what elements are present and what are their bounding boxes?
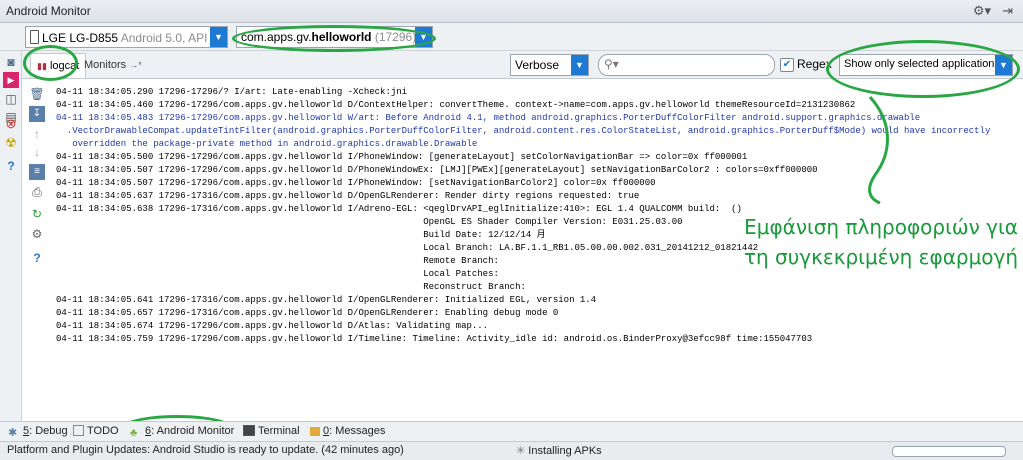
status-bar: Platform and Plugin Updates: Android Stu…: [0, 441, 1023, 460]
log-line: Remote Branch:: [56, 256, 499, 266]
scroll-to-end-icon[interactable]: ↧: [29, 106, 45, 122]
progress-bar: [892, 446, 1006, 457]
log-line: 04-11 18:34:05.637 17296-17316/com.apps.…: [56, 191, 640, 201]
device-name: LGE LG-D855: [42, 31, 119, 45]
chevron-down-icon[interactable]: ▼: [571, 55, 588, 75]
log-line: 04-11 18:34:05.759 17296-17296/com.apps.…: [56, 334, 813, 344]
tool-android-monitor-label: : Android Monitor: [151, 425, 235, 437]
android-icon: ♣: [130, 427, 138, 439]
annotation-arrow: [868, 96, 889, 205]
messages-icon: [310, 427, 320, 436]
search-icon: ⚲▾: [604, 57, 619, 71]
tool-terminal-label: Terminal: [258, 425, 300, 437]
status-message[interactable]: Platform and Plugin Updates: Android Stu…: [7, 444, 404, 456]
settings-icon[interactable]: ⚙: [29, 226, 45, 242]
log-line: Reconstruct Branch:: [56, 282, 526, 292]
tool-messages[interactable]: 0: Messages: [310, 425, 385, 437]
log-line: 04-11 18:34:05.657 17296-17316/com.apps.…: [56, 308, 559, 318]
log-line: 04-11 18:34:05.641 17296-17316/com.apps.…: [56, 295, 597, 305]
log-line: Build Date: 12/12/14 月: [56, 230, 546, 240]
hide-icon[interactable]: ⇥: [1002, 3, 1013, 19]
tool-todo-label: TODO: [87, 425, 119, 437]
terminal-icon: [243, 425, 255, 436]
log-line: 04-11 18:34:05.507 17296-17296/com.apps.…: [56, 165, 818, 175]
screen-record-icon[interactable]: ◫: [3, 91, 19, 107]
tool-terminal[interactable]: Terminal: [243, 425, 300, 437]
tool-debug[interactable]: ✱ 5: Debug: [8, 425, 68, 439]
restart-icon[interactable]: ↻: [29, 206, 45, 222]
highlight-oval-logcat: [23, 45, 78, 81]
tab-monitors[interactable]: Monitors →*: [78, 53, 148, 77]
up-arrow-icon[interactable]: ↑: [29, 126, 45, 142]
help-icon[interactable]: ?: [3, 158, 19, 174]
restore-icon[interactable]: →*: [129, 60, 142, 70]
down-arrow-icon[interactable]: ↓: [29, 144, 45, 160]
annotation-text: Εμφάνιση πληροφοριών για τη συγκεκριμένη…: [736, 212, 1023, 272]
left-toolbar: ◙ ▶ ◫ ▤ ⊗ ☢ ?: [0, 51, 22, 421]
logcat-toolbar: 🗑 ↧ ↑ ↓ ≡ ⎙ ↻ ⚙ ?: [27, 80, 49, 280]
clear-log-icon[interactable]: 🗑: [29, 86, 45, 102]
log-line: 04-11 18:34:05.460 17296-17296/com.apps.…: [56, 100, 856, 110]
camera-icon[interactable]: ◙: [3, 54, 19, 70]
log-level-select[interactable]: Verbose ▼: [510, 54, 589, 76]
tool-debug-label: : Debug: [29, 425, 68, 437]
window-title: Android Monitor: [6, 4, 91, 18]
tool-todo[interactable]: TODO: [73, 425, 119, 437]
log-line-warning: overridden the package-private method in…: [56, 139, 478, 149]
background-task-label: Installing APKs: [528, 445, 602, 457]
log-line: Local Patches:: [56, 269, 499, 279]
background-task[interactable]: ✳ Installing APKs: [516, 444, 602, 457]
annotation-line-2: τη συγκεκριμένη εφαρμογή: [743, 245, 1019, 269]
log-level-value: Verbose: [515, 58, 560, 72]
radiation-icon[interactable]: ☢: [3, 135, 19, 151]
annotation-line-1: Εμφάνιση πληροφοριών για: [744, 215, 1018, 239]
log-line: 04-11 18:34:05.500 17296-17296/com.apps.…: [56, 152, 748, 162]
search-input[interactable]: ⚲▾: [598, 54, 775, 76]
help-icon[interactable]: ?: [29, 250, 45, 266]
bottom-tool-strip: ✱ 5: Debug TODO ♣ 6: Android Monitor Termi…: [0, 421, 1023, 441]
tool-android-monitor[interactable]: ♣ 6: Android Monitor: [130, 425, 234, 439]
print-icon[interactable]: ⎙: [29, 184, 45, 200]
device-detail: Android 5.0, API 21: [120, 31, 225, 45]
log-line: 04-11 18:34:05.290 17296-17296/? I/art: …: [56, 87, 408, 97]
spinner-icon: ✳: [516, 445, 526, 457]
highlight-oval-process: [232, 25, 436, 52]
terminate-icon[interactable]: ⊗: [3, 116, 19, 132]
phone-icon: [30, 30, 39, 44]
log-line-warning: 04-11 18:34:05.483 17296-17296/com.apps.…: [56, 113, 921, 123]
regex-checkbox[interactable]: ✔: [780, 58, 794, 72]
soft-wrap-icon[interactable]: ≡: [29, 164, 45, 180]
log-line: 04-11 18:34:05.638 17296-17316/com.apps.…: [56, 204, 742, 214]
log-line: 04-11 18:34:05.674 17296-17296/com.apps.…: [56, 321, 489, 331]
gear-icon[interactable]: ⚙▾: [973, 3, 991, 19]
bug-icon: ✱: [8, 427, 18, 439]
todo-icon: [73, 425, 84, 436]
tool-messages-label: : Messages: [329, 425, 386, 437]
log-line: OpenGL ES Shader Compiler Version: E031.…: [56, 217, 683, 227]
tab-monitors-label: Monitors: [84, 59, 127, 71]
record-icon[interactable]: ▶: [3, 72, 19, 88]
log-line: 04-11 18:34:05.507 17296-17296/com.apps.…: [56, 178, 656, 188]
chevron-down-icon[interactable]: ▼: [210, 27, 227, 47]
title-bar: Android Monitor ⚙▾ ⇥: [0, 0, 1023, 23]
log-line: Local Branch: LA.BF.1.1_RB1.05.00.00.002…: [56, 243, 759, 253]
highlight-oval-filter: [826, 40, 1020, 98]
